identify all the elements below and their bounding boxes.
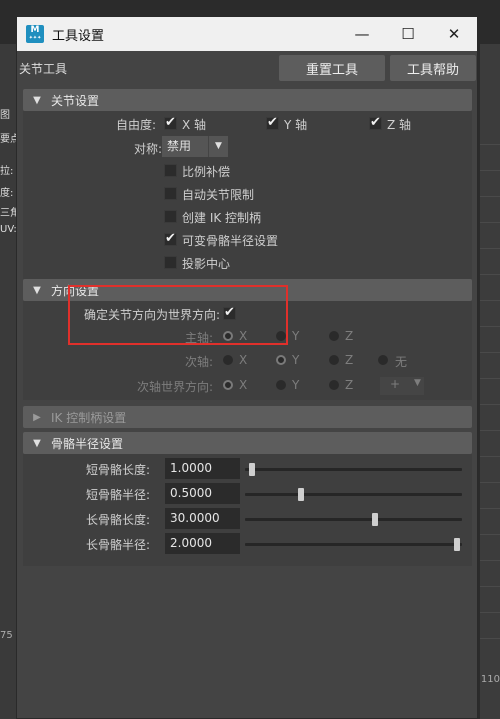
- secondary-z-radio[interactable]: [329, 355, 339, 365]
- bone-radius-header[interactable]: ▼ 骨骼半径设置: [23, 432, 472, 454]
- slider-handle[interactable]: [454, 538, 460, 551]
- bone-value-field[interactable]: 1.0000: [165, 458, 240, 479]
- tool-header: 关节工具 重置工具 工具帮助: [17, 51, 477, 85]
- radio-label: Z: [345, 378, 354, 392]
- bg-label: 三角: [0, 208, 16, 219]
- minimize-button[interactable]: —: [339, 17, 385, 51]
- secondary-world-label: 次轴世界方向:: [136, 380, 213, 394]
- secondary-none-radio[interactable]: [378, 355, 388, 365]
- secondary-world-y-radio[interactable]: [276, 380, 286, 390]
- bg-label: 要点: [0, 134, 16, 145]
- bone-value-field[interactable]: 30.0000: [165, 508, 240, 529]
- title-bar[interactable]: M ✦✦✦ 工具设置 — ☐ ✕: [17, 17, 477, 51]
- option-label: 可变骨骼半径设置: [182, 234, 279, 248]
- dof-y-checkbox[interactable]: [266, 115, 279, 130]
- background-right-panel: 110: [480, 44, 500, 719]
- slider-track[interactable]: [245, 518, 462, 521]
- highlight-annotation-box: [68, 285, 288, 345]
- option-checkbox[interactable]: [164, 231, 177, 246]
- secondary-y-radio[interactable]: [276, 355, 286, 365]
- secondary-world-z-radio[interactable]: [329, 380, 339, 390]
- primary-z-radio[interactable]: [329, 331, 339, 341]
- symmetry-value: 禁用: [167, 139, 192, 153]
- slider-track[interactable]: [245, 543, 462, 546]
- radio-label: Z: [345, 353, 354, 367]
- secondary-axis-label: 次轴:: [184, 355, 213, 369]
- tool-name: 关节工具: [19, 61, 68, 76]
- option-checkbox[interactable]: [164, 256, 177, 269]
- section-title: 关节设置: [51, 93, 100, 108]
- option-checkbox[interactable]: [164, 210, 177, 223]
- bg-label: 图: [0, 110, 10, 121]
- tool-help-button[interactable]: 工具帮助: [390, 55, 476, 81]
- slider-handle[interactable]: [372, 513, 378, 526]
- option-checkbox[interactable]: [164, 164, 177, 177]
- dof-z-label: Z 轴: [387, 118, 412, 132]
- slider-handle[interactable]: [298, 488, 305, 501]
- slider-track[interactable]: [245, 493, 462, 496]
- symmetry-select[interactable]: 禁用 ▼: [162, 136, 228, 157]
- radio-label: X: [239, 353, 248, 367]
- bg-ruler-left: 75: [0, 630, 13, 641]
- radio-label: X: [239, 378, 248, 392]
- secondary-world-x-radio[interactable]: [223, 380, 233, 390]
- reset-tool-button[interactable]: 重置工具: [279, 55, 385, 81]
- bone-row-label: 短骨骼长度:: [85, 463, 150, 477]
- secondary-x-radio[interactable]: [223, 355, 233, 365]
- radio-label: Z: [345, 329, 354, 343]
- option-label: 比例补偿: [182, 165, 231, 179]
- bone-row-label: 长骨骼半径:: [85, 538, 150, 552]
- option-checkbox[interactable]: [164, 187, 177, 200]
- section-title: IK 控制柄设置: [51, 410, 127, 425]
- bg-label: UV:: [0, 224, 16, 235]
- radio-label: 无: [395, 355, 408, 369]
- direction-sign-select[interactable]: + ▼: [380, 377, 424, 395]
- slider-track[interactable]: [245, 468, 462, 471]
- option-label: 创建 IK 控制柄: [182, 211, 262, 225]
- dof-label: 自由度:: [115, 118, 156, 132]
- option-label: 投影中心: [182, 257, 231, 271]
- bone-row-label: 长骨骼长度:: [85, 513, 150, 527]
- symmetry-label: 对称:: [133, 142, 162, 156]
- section-title: 骨骼半径设置: [51, 436, 124, 451]
- expand-triangle-icon: ▶: [33, 411, 41, 423]
- bone-value-field[interactable]: 0.5000: [165, 483, 240, 504]
- bone-row-label: 短骨骼半径:: [85, 488, 150, 502]
- collapse-triangle-icon: ▼: [33, 284, 41, 296]
- tool-settings-window: M ✦✦✦ 工具设置 — ☐ ✕ 关节工具 重置工具 工具帮助 ▼ 关节设置 自由…: [16, 16, 478, 719]
- dof-x-checkbox[interactable]: [164, 115, 177, 130]
- maximize-button[interactable]: ☐: [385, 17, 431, 51]
- window-title: 工具设置: [52, 28, 105, 44]
- ik-settings-header[interactable]: ▶ IK 控制柄设置: [23, 406, 472, 428]
- dof-z-checkbox[interactable]: [369, 115, 382, 130]
- viewport-grid: [480, 144, 500, 664]
- bg-ruler-right: 110: [480, 674, 500, 685]
- option-label: 自动关节限制: [182, 188, 255, 202]
- radio-label: Y: [292, 329, 300, 343]
- slider-handle[interactable]: [249, 463, 255, 476]
- background-left-panel: 图 要点 拉: 度: 三角 UV: 75: [0, 44, 16, 719]
- bg-label: 拉:: [0, 166, 14, 177]
- bone-value-field[interactable]: 2.0000: [165, 533, 240, 554]
- dof-y-label: Y 轴: [284, 118, 308, 132]
- joint-settings-body: 自由度: X 轴 Y 轴 Z 轴 对称: 禁用 ▼ 比例补偿 自动关节限制 创建…: [23, 111, 472, 279]
- direction-sign-value: +: [390, 377, 401, 391]
- bone-radius-body: 短骨骼长度: 1.0000 短骨骼半径: 0.5000 长骨骼长度: 30.00…: [23, 454, 472, 566]
- dof-x-label: X 轴: [182, 118, 207, 132]
- chevron-down-icon: ▼: [414, 378, 421, 388]
- collapse-triangle-icon: ▼: [33, 94, 41, 106]
- bg-label: 度:: [0, 188, 14, 199]
- chevron-down-icon: ▼: [208, 136, 228, 157]
- joint-settings-header[interactable]: ▼ 关节设置: [23, 89, 472, 111]
- radio-label: Y: [292, 353, 300, 367]
- maya-app-icon: M ✦✦✦: [26, 25, 44, 43]
- radio-label: Y: [292, 378, 300, 392]
- close-button[interactable]: ✕: [431, 17, 477, 51]
- collapse-triangle-icon: ▼: [33, 437, 41, 449]
